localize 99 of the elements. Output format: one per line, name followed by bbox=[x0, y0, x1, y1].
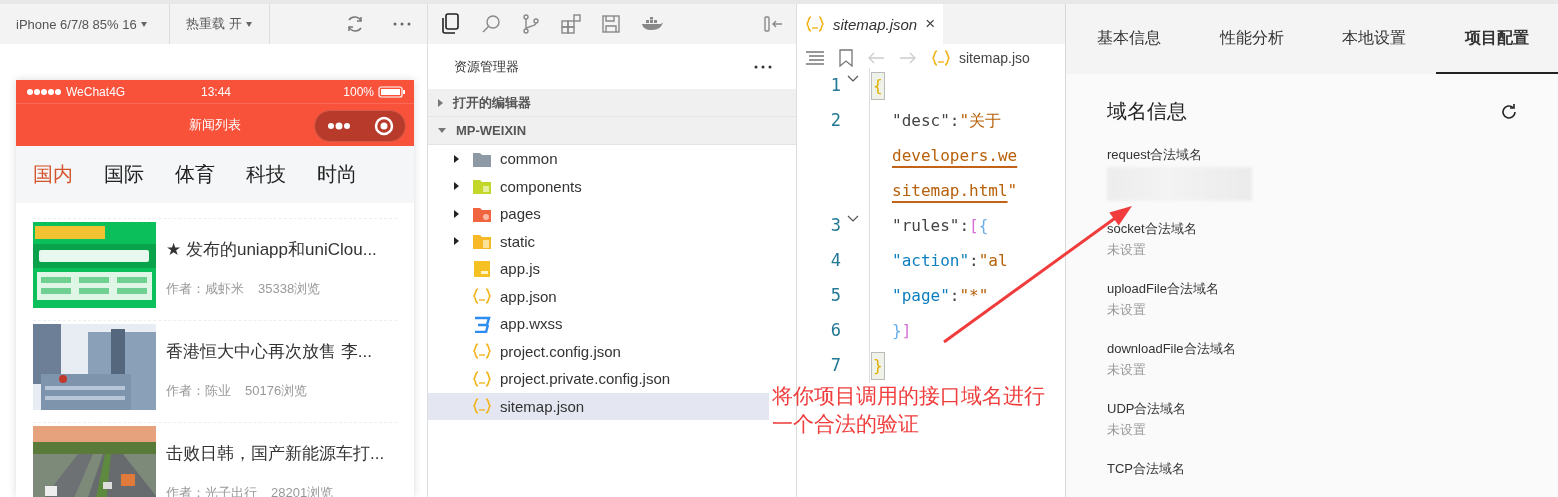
folder-icon bbox=[472, 232, 492, 251]
domain-value: 未设置 bbox=[1107, 361, 1147, 379]
file-tree-item[interactable]: project.private.config.json bbox=[428, 365, 769, 393]
code-line: sitemap.html" bbox=[891, 180, 1018, 202]
close-button[interactable]: × bbox=[925, 14, 936, 34]
braces-icon bbox=[805, 15, 825, 33]
refresh-icon[interactable] bbox=[1500, 102, 1518, 121]
line-number: 1 bbox=[830, 74, 841, 97]
more-icon[interactable] bbox=[326, 122, 351, 130]
fold-chevron-icon[interactable] bbox=[847, 75, 859, 82]
annotation-text: 将你项目调用的接口域名进行 bbox=[772, 383, 1045, 409]
code-line: "desc":"关于 bbox=[891, 110, 1002, 132]
device-selector[interactable]: iPhone 6/7/8 85% 16 bbox=[0, 4, 170, 44]
tree-section-header[interactable]: 打开的编辑器 bbox=[428, 89, 796, 117]
branch-icon[interactable] bbox=[522, 14, 540, 34]
braces-icon bbox=[472, 369, 492, 388]
files-icon[interactable] bbox=[440, 13, 460, 35]
caret-icon bbox=[140, 21, 147, 27]
carrier-label: WeChat4G bbox=[66, 84, 126, 99]
collapse-panel-icon[interactable] bbox=[764, 16, 784, 32]
signal-icon bbox=[26, 87, 62, 96]
battery-percent: 100% bbox=[343, 84, 374, 99]
expand-arrow-icon[interactable] bbox=[454, 154, 459, 163]
hot-reload-selector[interactable]: 热重载 开 bbox=[170, 4, 270, 44]
expand-arrow-icon[interactable] bbox=[454, 237, 459, 246]
code-line: "rules":[{ bbox=[891, 215, 989, 237]
section-title: 域名信息 bbox=[1107, 99, 1187, 124]
file-tree-item[interactable]: components bbox=[428, 172, 769, 200]
line-number: 3 bbox=[830, 214, 841, 237]
bookmark-icon[interactable] bbox=[839, 49, 853, 67]
domain-label: downloadFile合法域名 bbox=[1107, 340, 1237, 358]
article-title[interactable]: 香港恒大中心再次放售 李... bbox=[166, 339, 372, 363]
more-icon[interactable] bbox=[754, 64, 772, 69]
save-icon[interactable] bbox=[602, 15, 620, 33]
file-tree-item[interactable]: static bbox=[428, 227, 769, 255]
article-author: 作者：咸虾米 bbox=[166, 279, 244, 298]
breadcrumb-item[interactable]: sitemap.jso bbox=[931, 49, 1030, 67]
article-title[interactable]: ★ 发布的uniapp和uniClou... bbox=[166, 237, 377, 261]
domain-value: 未设置 bbox=[1107, 301, 1147, 319]
domain-label: uploadFile合法域名 bbox=[1107, 280, 1220, 298]
tree-section-header[interactable]: MP-WEIXIN bbox=[428, 117, 796, 145]
line-number: 7 bbox=[830, 354, 841, 377]
file-tree-item[interactable]: app.js bbox=[428, 255, 769, 283]
menu-capsule[interactable] bbox=[314, 110, 406, 142]
category-tab[interactable]: 时尚 bbox=[317, 161, 357, 188]
line-number: 2 bbox=[830, 109, 841, 132]
file-tree-item[interactable]: pages bbox=[428, 200, 769, 228]
article-title[interactable]: 击败日韩，国产新能源车打... bbox=[166, 441, 385, 465]
category-tab[interactable]: 体育 bbox=[175, 161, 215, 188]
panel-title: 资源管理器 bbox=[454, 57, 519, 76]
category-tab[interactable]: 国内 bbox=[33, 161, 73, 188]
annotation-text: 一个合法的验证 bbox=[772, 411, 919, 437]
file-tree-item[interactable]: app.json bbox=[428, 282, 769, 310]
line-number: 5 bbox=[830, 284, 841, 307]
fold-chevron-icon[interactable] bbox=[847, 215, 859, 222]
line-number: 4 bbox=[830, 249, 841, 272]
view-count: 35338浏览 bbox=[258, 279, 321, 298]
search-icon[interactable] bbox=[481, 14, 501, 34]
braces-icon bbox=[472, 342, 492, 361]
file-tree-item[interactable]: project.config.json bbox=[428, 337, 769, 365]
code-line: "action":"al bbox=[891, 250, 1008, 272]
caret-icon bbox=[245, 21, 252, 27]
folder-icon bbox=[472, 177, 492, 196]
close-icon[interactable] bbox=[373, 116, 394, 136]
blocks-icon[interactable] bbox=[561, 14, 581, 34]
category-tab[interactable]: 科技 bbox=[246, 161, 286, 188]
code-line: "page":"*" bbox=[891, 285, 989, 307]
file-tree-item[interactable]: app.wxss bbox=[428, 310, 769, 338]
domain-label: UDP合法域名 bbox=[1107, 400, 1188, 418]
list-icon[interactable] bbox=[805, 51, 825, 65]
expand-arrow-icon[interactable] bbox=[454, 209, 459, 218]
braces-icon bbox=[472, 397, 492, 416]
code-line: developers.we bbox=[891, 145, 1018, 167]
code-line: }] bbox=[891, 320, 912, 342]
whale-icon[interactable] bbox=[641, 17, 663, 31]
settings-tab[interactable]: 基本信息 bbox=[1068, 4, 1191, 74]
file-tree-item[interactable]: common bbox=[428, 145, 769, 173]
article-author: 作者：陈业 bbox=[166, 381, 231, 400]
domain-label: socket合法域名 bbox=[1107, 220, 1198, 238]
js-file-icon bbox=[472, 259, 492, 278]
domain-label: request合法域名 bbox=[1107, 146, 1204, 164]
domain-value: 未设置 bbox=[1107, 421, 1147, 439]
editor-tab[interactable]: sitemap.json × bbox=[797, 4, 944, 44]
file-tree-item[interactable]: sitemap.json bbox=[428, 392, 769, 420]
css-file-icon bbox=[472, 314, 492, 333]
domain-label: TCP合法域名 bbox=[1107, 460, 1186, 478]
view-count: 50176浏览 bbox=[245, 381, 308, 400]
domain-value: 未设置 bbox=[1107, 241, 1147, 259]
braces-icon bbox=[931, 49, 951, 67]
expand-arrow-icon[interactable] bbox=[454, 182, 459, 191]
settings-tab[interactable]: 本地设置 bbox=[1313, 4, 1436, 74]
settings-tab[interactable]: 项目配置 bbox=[1435, 4, 1558, 74]
battery-icon bbox=[378, 85, 406, 98]
line-number: 6 bbox=[830, 319, 841, 342]
braces-icon bbox=[472, 287, 492, 306]
page-title: 新闻列表 bbox=[189, 116, 241, 134]
category-tab[interactable]: 国际 bbox=[104, 161, 144, 188]
settings-tab[interactable]: 性能分析 bbox=[1190, 4, 1313, 74]
status-time: 13:44 bbox=[201, 84, 231, 99]
